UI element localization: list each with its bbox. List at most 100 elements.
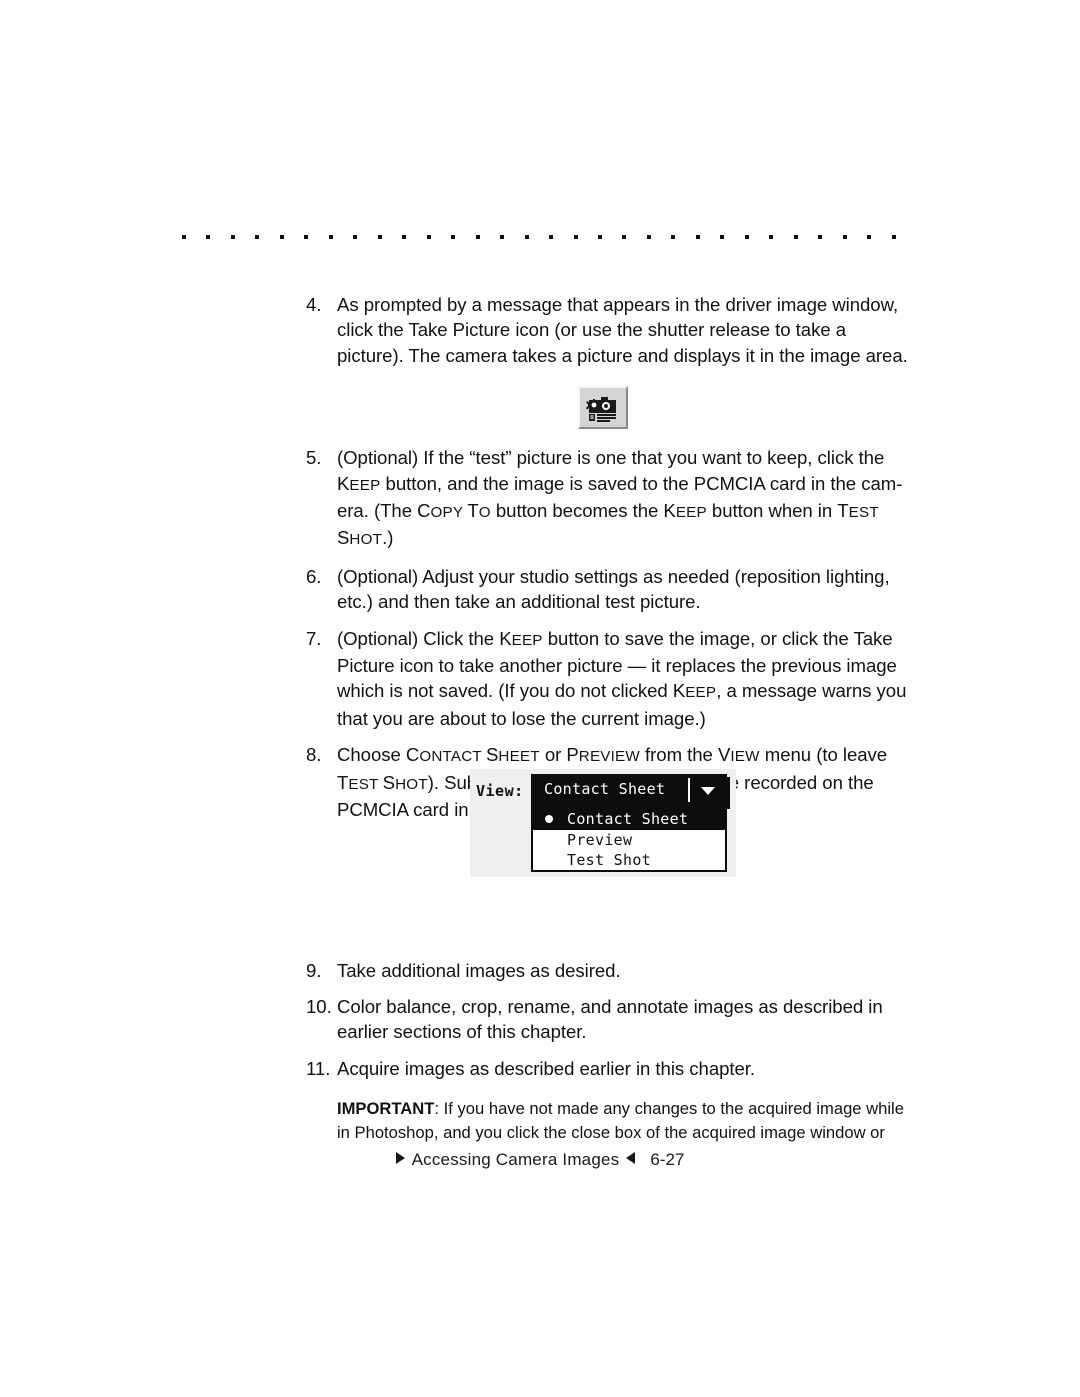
ui-term: CONTACT SHEET xyxy=(405,744,540,766)
take-picture-icon[interactable] xyxy=(578,386,628,429)
ui-term: KEEP xyxy=(499,627,543,649)
step-number: 6. xyxy=(306,565,322,587)
rule-dot xyxy=(867,235,872,239)
list-item: 10. Color balance, crop, rename, and ann… xyxy=(306,994,910,1045)
step-number: 10. xyxy=(306,995,332,1017)
menu-item[interactable]: Test Shot xyxy=(533,850,725,870)
list-item: 7. (Optional) Click the KEEP button to s… xyxy=(306,626,910,732)
rule-dot xyxy=(328,235,333,239)
list-item: 6. (Optional) Adjust your studio setting… xyxy=(306,564,910,615)
ui-term: PREVIEW xyxy=(566,744,640,766)
list-item: 4. As prompted by a message that appears… xyxy=(306,292,910,368)
step-text: As prompted by a message that appears in… xyxy=(337,294,908,366)
rule-dot xyxy=(646,235,651,239)
ui-term-initial: K xyxy=(337,472,350,494)
ui-term-initial: T xyxy=(467,500,479,522)
view-label-text: View: xyxy=(476,782,524,800)
step-number: 8. xyxy=(306,744,322,766)
important-separator: : xyxy=(434,1099,444,1119)
ui-term: VIEW xyxy=(717,744,760,766)
step-number: 9. xyxy=(306,959,322,981)
rule-dot xyxy=(842,235,847,239)
menu-item[interactable]: Contact Sheet xyxy=(533,808,725,830)
combobox-divider xyxy=(688,778,690,802)
document-page: 4. As prompted by a message that appears… xyxy=(0,0,1080,1397)
ui-term-initial: T xyxy=(837,500,849,522)
rule-dot xyxy=(818,235,823,239)
ui-term: KEEP xyxy=(663,500,707,522)
view-menu-figure: View: Contact Sheet Contact Sheet Preview… xyxy=(470,769,736,877)
step-number: 4. xyxy=(306,294,322,315)
rule-dot xyxy=(182,235,186,239)
ui-term-initial: S xyxy=(486,744,499,766)
rule-dot xyxy=(744,235,749,239)
dotted-rule xyxy=(182,234,896,240)
footer-page-number: 6-27 xyxy=(650,1150,685,1169)
rule-dot xyxy=(230,235,235,239)
step-text: (Optional) Click the KEEP button to save… xyxy=(337,627,907,729)
rule-dot xyxy=(500,235,505,239)
list-item: 11. Acquire images as described earlier … xyxy=(306,1056,910,1081)
important-label: IMPORTANT xyxy=(337,1099,435,1119)
rule-dot xyxy=(377,235,382,239)
ui-term-initial: S xyxy=(337,527,350,549)
ui-term: KEEP xyxy=(672,680,717,702)
important-note: IMPORTANT: If you have not made any chan… xyxy=(337,1097,910,1144)
combobox-shadow-right xyxy=(727,777,730,809)
menu-item-label: Preview xyxy=(567,831,633,849)
step-number: 7. xyxy=(306,627,322,649)
rule-dot xyxy=(304,235,309,239)
rule-dot xyxy=(426,235,431,239)
triangle-left-icon xyxy=(626,1152,636,1164)
rule-dot xyxy=(279,235,284,239)
rule-dot xyxy=(695,235,700,239)
rule-dot xyxy=(255,235,260,239)
list-item: 9. Take additional images as desired. xyxy=(306,958,910,983)
view-menu-dropdown-list[interactable]: Contact Sheet Preview Test Shot xyxy=(531,806,727,872)
menu-item-label: Test Shot xyxy=(567,851,651,869)
rule-dot xyxy=(597,235,602,239)
step-text: Color balance, crop, rename, and annotat… xyxy=(337,995,883,1043)
menu-item[interactable]: Preview xyxy=(533,830,725,850)
rule-dot xyxy=(353,235,358,239)
rule-dot xyxy=(206,235,211,239)
step-text: Take additional images as desired. xyxy=(337,959,621,981)
chevron-down-icon[interactable] xyxy=(701,787,715,795)
ui-term-initial: C xyxy=(405,744,420,766)
ui-term-initial: K xyxy=(663,500,676,522)
rule-dot xyxy=(475,235,480,239)
footer-section-title: Accessing Camera Images xyxy=(411,1150,620,1169)
menu-item-label: Contact Sheet xyxy=(567,810,689,828)
ui-term-initial: K xyxy=(499,627,512,649)
rule-dot xyxy=(793,235,798,239)
rule-dot xyxy=(769,235,774,239)
rule-dot xyxy=(402,235,407,239)
triangle-right-icon xyxy=(395,1152,405,1164)
ui-term-initial: T xyxy=(337,771,349,793)
combobox-value: Contact Sheet xyxy=(544,780,666,798)
ui-term: COPY TO xyxy=(417,500,491,522)
ui-term-initial: P xyxy=(566,744,579,766)
selected-bullet-icon xyxy=(545,815,553,823)
rule-dot xyxy=(720,235,725,239)
rule-dot xyxy=(524,235,529,239)
ui-term-initial: K xyxy=(672,680,686,702)
step-number: 11. xyxy=(306,1057,331,1079)
step-number: 5. xyxy=(306,447,322,469)
view-menu-label: View: xyxy=(476,782,524,800)
ui-term-initial: V xyxy=(717,744,731,766)
rule-dot xyxy=(891,235,896,239)
ui-term-initial: C xyxy=(417,500,431,522)
camera-flash-glyph xyxy=(586,396,616,422)
step-text: Acquire images as described earlier in t… xyxy=(337,1057,756,1079)
rule-dot xyxy=(671,235,676,239)
rule-dot xyxy=(622,235,627,239)
view-combobox[interactable]: Contact Sheet xyxy=(531,774,730,809)
ui-term: KEEP xyxy=(337,472,381,494)
rule-dot xyxy=(573,235,578,239)
rule-dot xyxy=(451,235,456,239)
page-footer: Accessing Camera Images 6-27 xyxy=(0,1150,1080,1170)
ui-term-initial: S xyxy=(382,771,396,793)
step-text: (Optional) If the “test” picture is one … xyxy=(337,447,903,549)
list-item: 5. (Optional) If the “test” picture is o… xyxy=(306,445,910,553)
